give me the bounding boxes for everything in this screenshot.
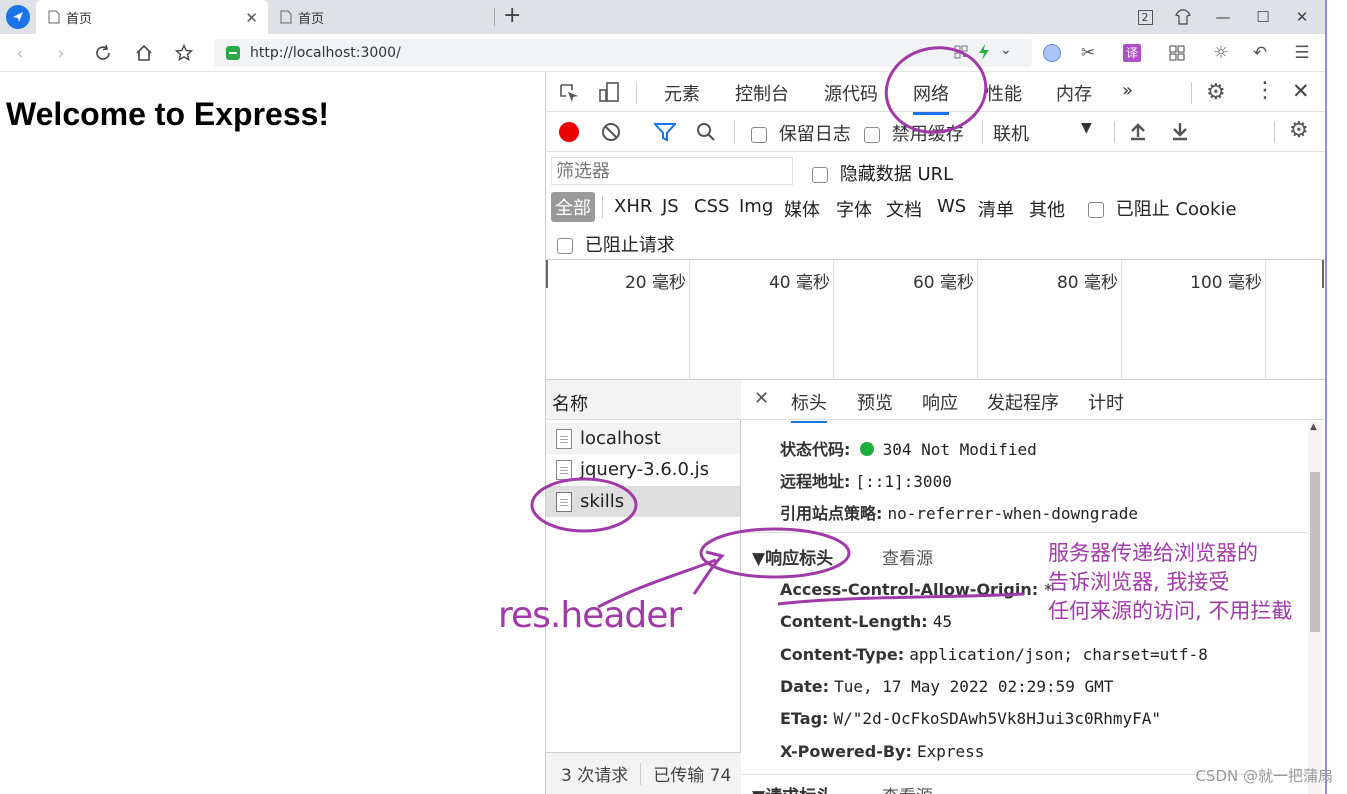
network-tab-circle — [884, 46, 988, 134]
watermark: CSDN @就一把蒲扇 — [1195, 767, 1333, 785]
annotation-strokes — [530, 46, 1025, 609]
response-headers-circle — [699, 527, 851, 579]
annotation-note-line-3: 任何来源的访问, 不用拦截 — [1048, 599, 1293, 623]
annotation-note-line-1: 服务器传递给浏览器的 — [1048, 541, 1258, 565]
skills-request-circle — [530, 477, 638, 533]
window-right-edge — [1325, 0, 1347, 794]
annotation-res-header: res.header — [498, 595, 682, 636]
acao-underline — [777, 592, 1025, 606]
annotation-note-line-2: 告诉浏览器, 我接受 — [1048, 570, 1230, 594]
